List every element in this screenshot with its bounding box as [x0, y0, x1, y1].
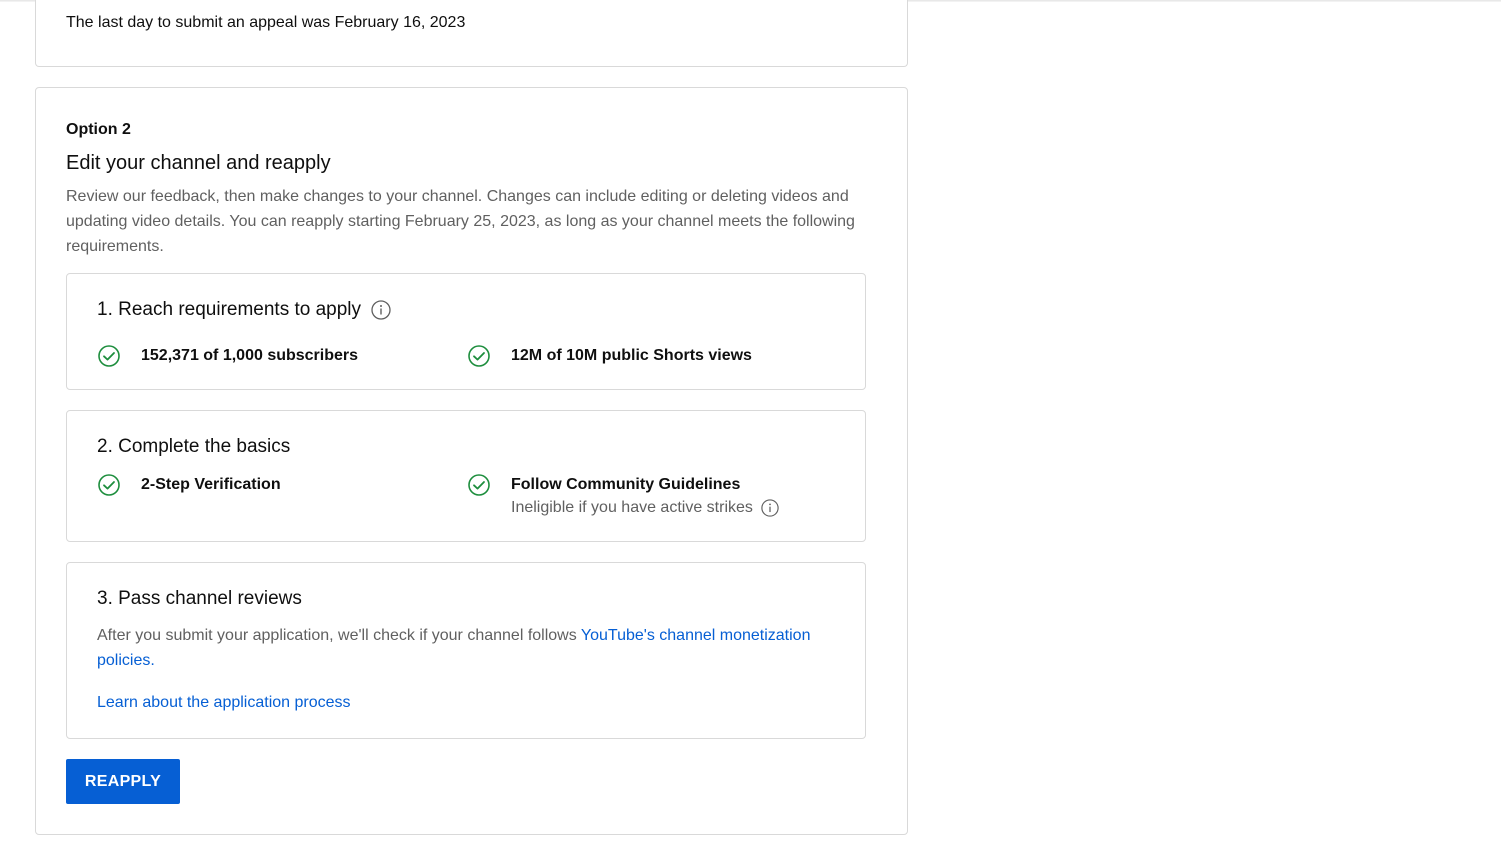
step-3-desc-prefix: After you submit your application, we'll… [97, 627, 581, 644]
check-circle-icon [468, 474, 490, 496]
step-2-title: 2. Complete the basics [97, 436, 291, 457]
requirement-shorts-views: 12M of 10M public Shorts views [467, 344, 752, 368]
step-reach-requirements: 1. Reach requirements to apply 152,371 o… [66, 273, 866, 390]
step-pass-channel-reviews: 3. Pass channel reviews After you submit… [66, 562, 866, 739]
check-circle-icon [468, 345, 490, 367]
step-3-title: 3. Pass channel reviews [97, 588, 302, 609]
step-3-desc-suffix: . [150, 652, 155, 669]
learn-application-process-link[interactable]: Learn about the application process [97, 694, 351, 712]
option-title: Edit your channel and reapply [66, 152, 331, 174]
requirement-subtext-row: Ineligible if you have active strikes [511, 495, 779, 520]
requirement-subtext: Ineligible if you have active strikes [511, 499, 753, 516]
requirement-subscribers: 152,371 of 1,000 subscribers [97, 344, 358, 368]
check-circle-icon [98, 345, 120, 367]
requirement-label: 2-Step Verification [141, 476, 281, 493]
requirement-label: 152,371 of 1,000 subscribers [141, 347, 359, 364]
option-2-card: Option 2 Edit your channel and reapply R… [35, 87, 908, 835]
requirement-label: Follow Community Guidelines [511, 476, 741, 493]
reapply-button[interactable]: REAPPLY [66, 759, 180, 804]
requirement-community-guidelines: Follow Community Guidelines Ineligible i… [467, 473, 779, 520]
appeal-card: The last day to submit an appeal was Feb… [35, 0, 908, 67]
info-icon[interactable] [371, 300, 391, 320]
step-3-description: After you submit your application, we'll… [97, 623, 837, 673]
option-label: Option 2 [66, 121, 131, 138]
option-description: Review our feedback, then make changes t… [66, 188, 855, 255]
requirement-2-step-verification: 2-Step Verification [97, 473, 281, 497]
requirement-label: 12M of 10M public Shorts views [511, 347, 752, 364]
step-complete-basics: 2. Complete the basics 2-Step Verificati… [66, 410, 866, 542]
check-circle-icon [98, 474, 120, 496]
info-icon[interactable] [761, 498, 779, 517]
step-1-title-row: 1. Reach requirements to apply [97, 299, 391, 321]
appeal-deadline-text: The last day to submit an appeal was Feb… [66, 14, 466, 31]
step-1-title: 1. Reach requirements to apply [97, 299, 362, 320]
